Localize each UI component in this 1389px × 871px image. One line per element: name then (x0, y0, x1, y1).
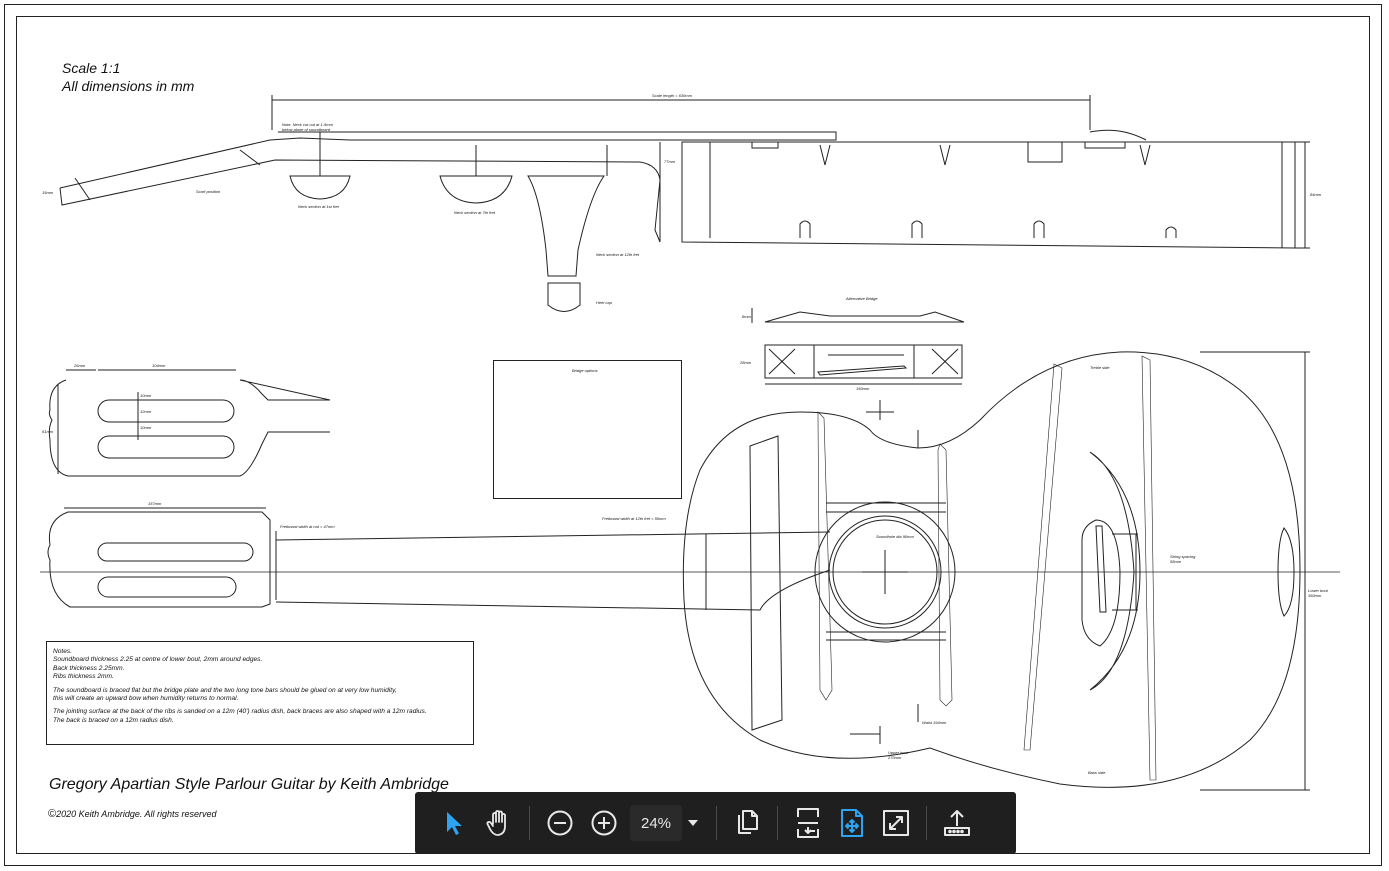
label-body-depth: 84mm (1310, 192, 1322, 197)
viewer-toolbar: 24% (415, 792, 1016, 854)
label-string-spacing-value: 58mm (1170, 559, 1182, 564)
page-view-icon (738, 810, 758, 834)
zoom-control[interactable]: 24% (630, 803, 704, 843)
bridge-options-photo-frame: Bridge options (493, 360, 682, 499)
copyright-text: 2020 Keith Ambridge. All rights reserved (56, 809, 217, 819)
fit-page-icon (841, 809, 863, 837)
label-head-26: 26mm (74, 363, 86, 368)
fit-width-button[interactable] (786, 801, 830, 845)
label-neck-height: 77mm (664, 159, 676, 164)
label-fretboard-nut: Fretboard width at nut = 47mm (280, 524, 335, 529)
label-scarf: Scarf position (196, 189, 221, 194)
copyright-icon: © (48, 808, 57, 820)
drawing-title: Gregory Apartian Style Parlour Guitar by… (49, 776, 449, 793)
headstock-top-views (47, 369, 331, 608)
alt-bridge-views (751, 308, 965, 385)
label-head-104: 104mm (152, 363, 166, 368)
label-neck-note-2: below plane of soundboard (282, 127, 331, 132)
label-scale-length: Scale length = 630mm (652, 93, 692, 98)
label-head-10b: 10mm (140, 425, 152, 430)
label-neck-section-12: Neck section at 12th fret (596, 252, 640, 257)
fullscreen-button[interactable] (874, 801, 918, 845)
label-bridge-width: 150mm (856, 386, 870, 391)
toolbar-divider (926, 806, 927, 840)
page-view-button[interactable] (725, 801, 769, 845)
select-cursor-icon (447, 812, 462, 835)
label-bridge-depth: 28mm (740, 360, 752, 365)
notes-heading: Notes. (53, 648, 73, 655)
drawing-sheet: Scale 1:1 All dimensions in mm Bridge op… (0, 0, 1389, 871)
bridge-options-label: Bridge options (572, 368, 598, 373)
notes-line: Soundboard thickness 2.25 at centre of l… (53, 656, 263, 664)
label-head-width: 61mm (42, 429, 54, 434)
chevron-down-icon (688, 820, 698, 826)
zoom-in-button[interactable] (582, 801, 626, 845)
label-treble-side: Treble side (1090, 365, 1110, 370)
notes-line: The soundboard is braced flat but the br… (53, 686, 397, 694)
zoom-level-input[interactable]: 24% (630, 805, 682, 841)
notes-line: Ribs thickness 2mm. (53, 673, 114, 681)
label-head-thickness: 15mm (42, 190, 54, 195)
toolbar-divider (716, 806, 717, 840)
label-bass-side: Bass side (1088, 770, 1106, 775)
label-alt-bridge: Alternative Bridge (846, 296, 878, 301)
dimensions-line: All dimensions in mm (62, 78, 195, 94)
body-side-view (659, 141, 1310, 249)
zoom-dropdown-button[interactable] (682, 805, 704, 841)
toolbar-divider (529, 806, 530, 840)
share-upload-icon (944, 810, 970, 836)
label-upper-bout-value: 270mm (888, 755, 902, 760)
notes-box: Notes. Soundboard thickness 2.25 at cent… (46, 641, 474, 745)
notes-line: The back is braced on a 12m radius dish. (53, 716, 174, 724)
fit-page-button[interactable] (830, 801, 874, 845)
scale-line: Scale 1:1 (62, 60, 121, 76)
body-top-view (682, 351, 1310, 791)
notes-line: this will create an upward bow when humi… (53, 695, 239, 703)
label-neck-section-7: Neck section at 7th fret (454, 210, 495, 215)
toolbar-divider (777, 806, 778, 840)
label-head-12: 12mm (140, 409, 152, 414)
label-soundhole: Soundhole dia 90mm (876, 534, 914, 539)
copyright-line: ©2020 Keith Ambridge. All rights reserve… (48, 808, 217, 820)
fullscreen-icon (883, 810, 909, 836)
zoom-in-icon (591, 810, 617, 836)
fit-width-icon (797, 808, 819, 838)
scale-note: Scale 1:1 All dimensions in mm (62, 59, 194, 95)
label-lower-bout-value: 360mm (1308, 593, 1322, 598)
label-fretboard-12: Fretboard width at 12th fret = 55mm (602, 516, 666, 521)
neck-top-view (40, 531, 1340, 611)
label-bridge-height: 8mm (742, 314, 751, 319)
notes-line: Back thickness 2.25mm. (53, 664, 125, 672)
label-neck-section-1: Neck section at 1st fret (298, 204, 339, 209)
label-waist: Waist 194mm (922, 720, 947, 725)
share-button[interactable] (935, 801, 979, 845)
label-heel-cap: Heel cap (596, 300, 612, 305)
zoom-out-icon (547, 810, 573, 836)
label-head-157: 157mm (148, 501, 162, 506)
label-head-10a: 10mm (140, 393, 152, 398)
notes-line: The jointing surface at the back of the … (53, 708, 427, 716)
select-tool-button[interactable] (433, 801, 477, 845)
hand-pan-icon (486, 810, 506, 836)
hand-tool-button[interactable] (477, 801, 521, 845)
neck-side-view (59, 95, 1147, 312)
zoom-out-button[interactable] (538, 801, 582, 845)
